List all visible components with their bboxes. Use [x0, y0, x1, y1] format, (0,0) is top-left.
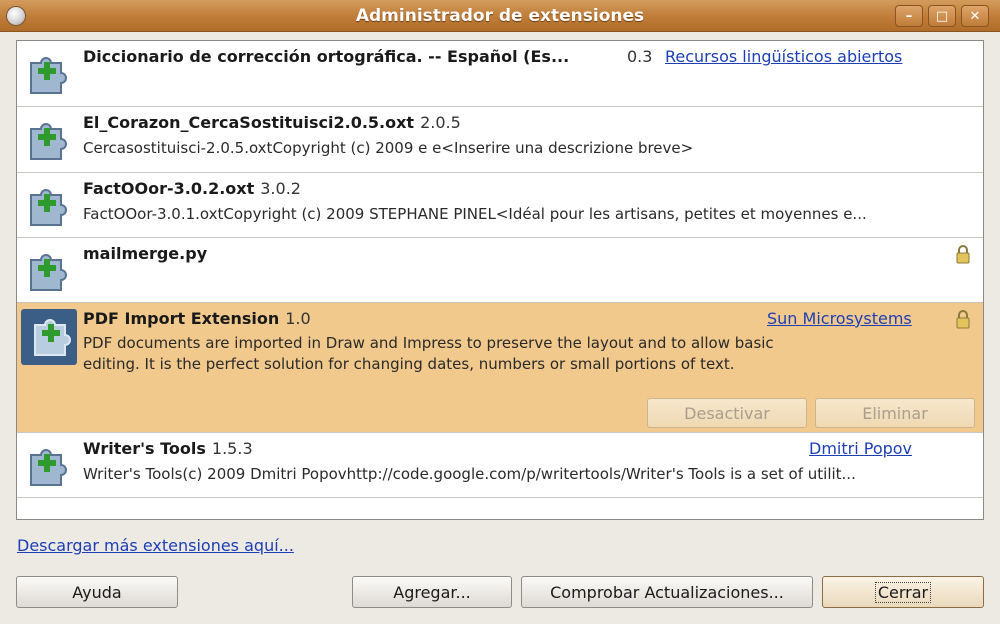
extension-row[interactable]: Writer's Tools 1.5.3 Dmitri Popov Writer'… [17, 433, 983, 498]
close-window-button[interactable]: ✕ [961, 5, 989, 27]
extension-row[interactable]: Diccionario de corrección ortográfica. -… [17, 41, 983, 107]
puzzle-piece-plus-icon [30, 123, 67, 160]
extension-description: PDF documents are imported in Draw and I… [83, 334, 774, 373]
extension-name: Writer's Tools 1.5.3 [83, 439, 253, 458]
publisher-link[interactable]: Dmitri Popov [809, 439, 912, 458]
window-menu-icon[interactable] [6, 6, 26, 26]
extension-description: Writer's Tools(c) 2009 Dmitri Popovhttp:… [83, 465, 856, 483]
lock-icon [956, 245, 970, 264]
puzzle-piece-plus-icon [34, 319, 71, 356]
extension-version: 1.5.3 [211, 439, 253, 458]
check-updates-button[interactable]: Comprobar Actualizaciones... [521, 576, 813, 608]
disable-button[interactable]: Desactivar [647, 398, 807, 428]
extension-name: Diccionario de corrección ortográfica. -… [83, 47, 570, 66]
extension-version: 0.3 [627, 47, 653, 66]
add-button[interactable]: Agregar... [352, 576, 512, 608]
download-more-extensions-link[interactable]: Descargar más extensiones aquí... [17, 536, 294, 555]
lock-icon [956, 310, 970, 329]
publisher-link[interactable]: Recursos lingüísticos abiertos [665, 47, 902, 66]
puzzle-piece-plus-icon [30, 57, 67, 94]
close-button-label: Cerrar [874, 581, 932, 603]
close-button[interactable]: Cerrar [822, 576, 984, 608]
remove-button[interactable]: Eliminar [815, 398, 975, 428]
extension-row-selected[interactable]: PDF Import Extension 1.0 Sun Microsystems… [17, 303, 983, 433]
puzzle-piece-plus-icon [30, 449, 67, 486]
extension-row[interactable]: FactOOor-3.0.2.oxt 3.0.2 FactOOor-3.0.1.o… [17, 173, 983, 238]
extension-row[interactable]: El_Corazon_CercaSostituisci2.0.5.oxt 2.0.… [17, 107, 983, 173]
puzzle-piece-plus-icon [30, 189, 67, 226]
extension-name: mailmerge.py [83, 244, 208, 263]
extension-description: FactOOor-3.0.1.oxtCopyright (c) 2009 STE… [83, 205, 867, 223]
extension-list[interactable]: Diccionario de corrección ortográfica. -… [16, 40, 984, 520]
maximize-button[interactable]: □ [928, 5, 956, 27]
window-title: Administrador de extensiones [355, 5, 645, 26]
extension-name: FactOOor-3.0.2.oxt 3.0.2 [83, 179, 301, 198]
extension-version: 3.0.2 [260, 179, 301, 198]
extension-name: El_Corazon_CercaSostituisci2.0.5.oxt 2.0.… [83, 113, 461, 132]
extension-name: PDF Import Extension 1.0 [83, 309, 311, 328]
extension-description: Cercasostituisci-2.0.5.oxtCopyright (c) … [83, 139, 694, 157]
help-button[interactable]: Ayuda [16, 576, 178, 608]
minimize-button[interactable]: – [895, 5, 923, 27]
publisher-link[interactable]: Sun Microsystems [767, 309, 912, 328]
extension-version: 1.0 [285, 309, 311, 328]
puzzle-piece-plus-icon [30, 254, 67, 291]
title-bar: Administrador de extensiones – □ ✕ [0, 0, 1000, 32]
extension-version: 2.0.5 [420, 113, 461, 132]
extension-row[interactable]: mailmerge.py [17, 238, 983, 303]
